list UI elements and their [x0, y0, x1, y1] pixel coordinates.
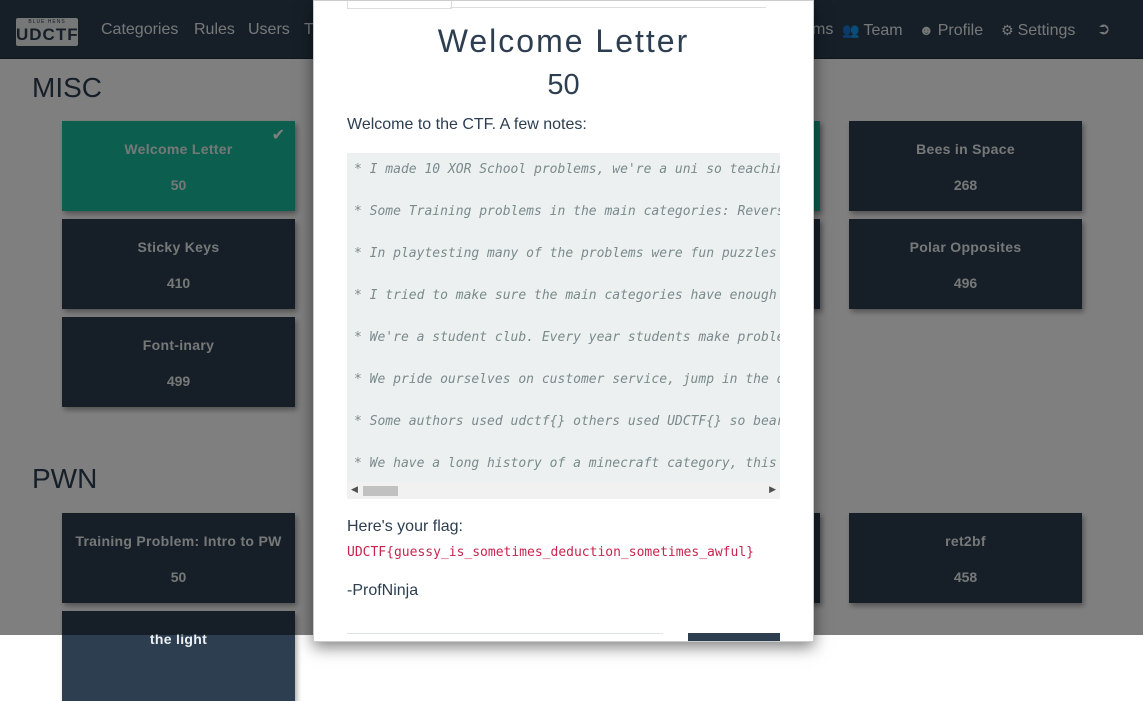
tab-divider	[450, 7, 766, 8]
scroll-right-arrow-icon[interactable]: ▶	[769, 484, 776, 495]
flag-text: UDCTF{guessy_is_sometimes_deduction_some…	[347, 545, 754, 560]
modal-intro: Welcome to the CTF. A few notes:	[347, 116, 587, 133]
note-line: * I made 10 XOR School problems, we're a…	[354, 162, 780, 177]
horizontal-scrollbar[interactable]: ◀ ▶	[347, 482, 780, 499]
submit-button[interactable]	[688, 633, 780, 641]
notes-code-block[interactable]: * I made 10 XOR School problems, we're a…	[347, 153, 780, 499]
scrollbar-thumb[interactable]	[363, 486, 398, 496]
flag-input[interactable]	[347, 633, 663, 641]
note-line: * Some Training problems in the main cat…	[354, 204, 780, 219]
note-line: * We're a student club. Every year stude…	[354, 330, 780, 345]
modal-title: Welcome Letter	[437, 23, 690, 59]
note-line: * We have a long history of a minecraft …	[354, 456, 780, 471]
note-line: * We pride ourselves on customer service…	[354, 372, 780, 387]
scroll-left-arrow-icon[interactable]: ◀	[351, 484, 358, 495]
flag-label: Here's your flag:	[347, 518, 463, 535]
note-line: * I tried to make sure the main categori…	[354, 288, 780, 303]
note-line: * Some authors used udctf{} others used …	[354, 414, 780, 429]
author-signature: -ProfNinja	[347, 582, 419, 599]
modal-tab[interactable]	[347, 1, 452, 9]
modal-points: 50	[547, 69, 580, 101]
challenge-modal: Welcome Letter 50 Welcome to the CTF. A …	[313, 0, 814, 642]
note-line: * In playtesting many of the problems we…	[354, 246, 780, 261]
